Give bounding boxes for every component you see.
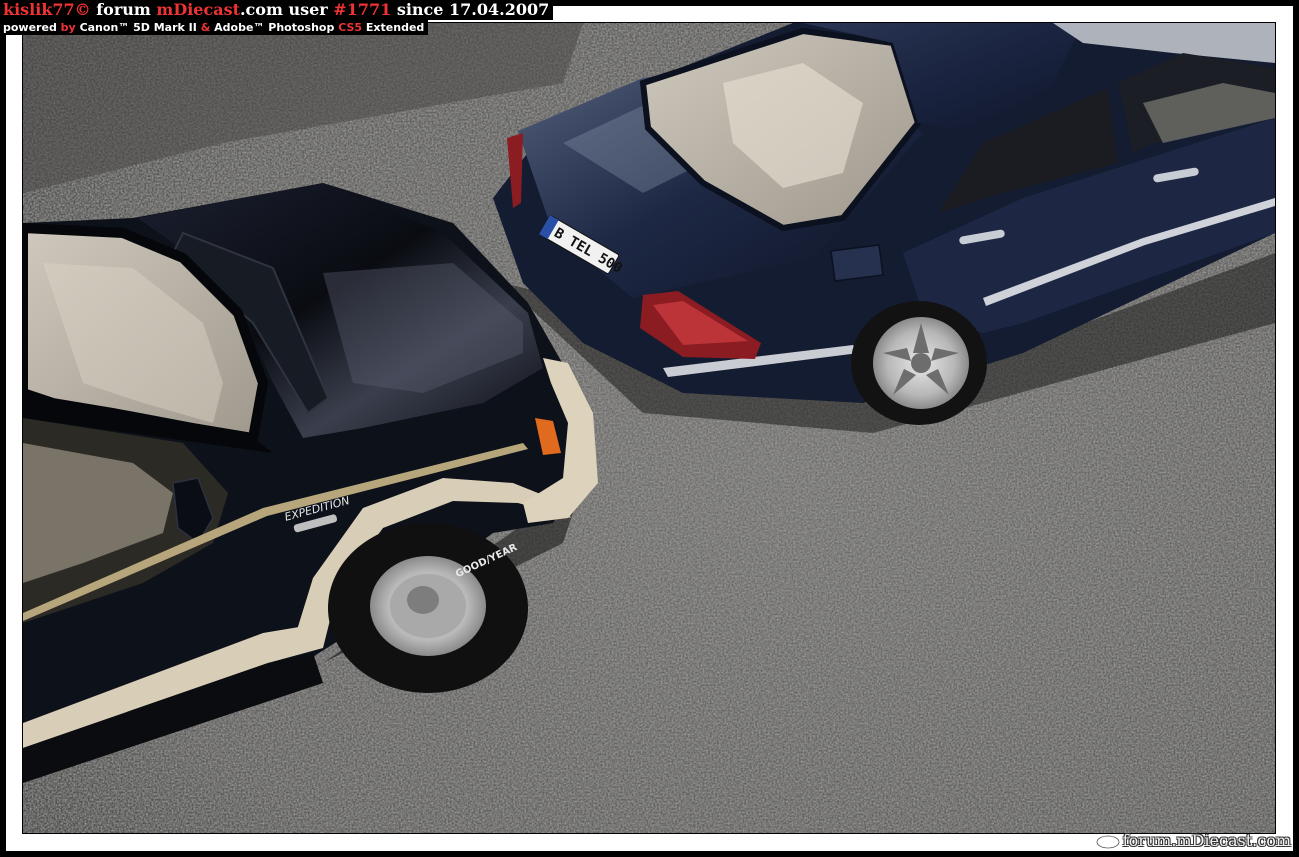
photo: B TEL 500 EXPEDITION GOOD/YEAR [22,22,1276,834]
header-credit-line: kislik77© forum mDiecast.com user #1771 … [0,0,554,20]
user-number: #1771 [333,0,392,19]
since-date: 17.04.2007 [449,0,550,19]
watermark: forum.mDiecast.com [1095,829,1291,853]
software-brand: Adobe™ [214,21,265,34]
site-domain: .com [239,0,283,19]
since-label: since [396,0,444,19]
photo-frame: B TEL 500 EXPEDITION GOOD/YEAR kislik77©… [0,0,1299,857]
header-equipment-line: powered by Canon™ 5D Mark II & Adobe™ Ph… [0,20,429,35]
site-name: mDiecast [156,0,240,19]
camera-model: 5D Mark II [133,21,197,34]
watermark-text: forum.mDiecast.com [1122,831,1291,850]
by-label: by [60,21,76,34]
camera-brand: Canon™ [79,21,130,34]
powered-label: powered [3,21,57,34]
forum-label: forum [96,0,151,19]
amp-label: & [200,21,211,34]
software-version: CS5 [338,21,363,34]
software-name: Photoshop [268,21,335,34]
software-edition: Extended [365,21,425,34]
swirl-logo-icon [1095,834,1120,849]
username: kislik77© [3,0,91,19]
user-label: user [288,0,328,19]
